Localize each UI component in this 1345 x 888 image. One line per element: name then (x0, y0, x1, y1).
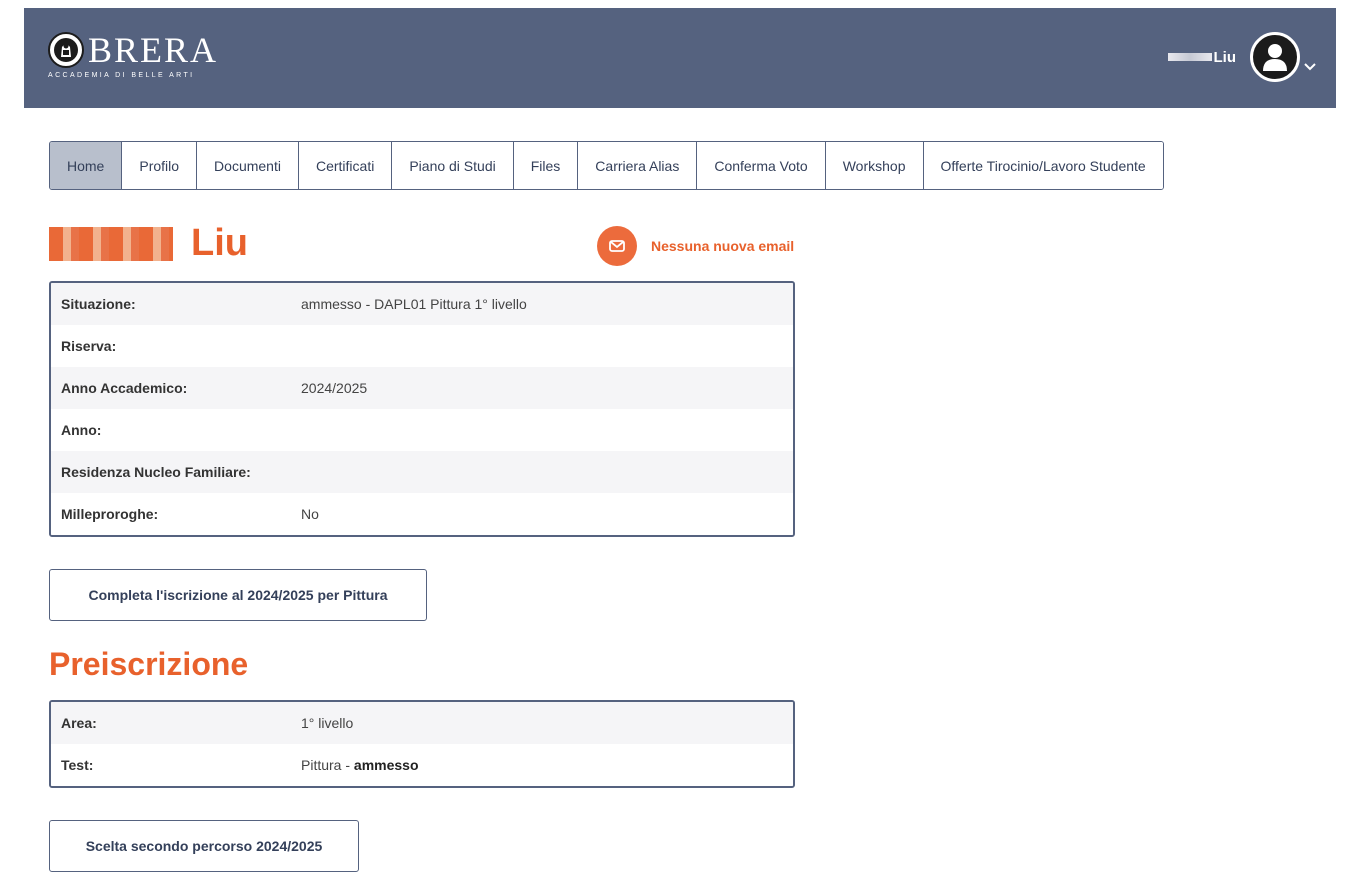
tab-certificati[interactable]: Certificati (298, 142, 393, 189)
anno-label: Anno: (61, 422, 102, 438)
test-value: Pittura - ammesso (301, 757, 419, 773)
table-row: Area: 1° livello (51, 702, 793, 744)
tab-conferma-voto[interactable]: Conferma Voto (697, 142, 826, 189)
second-path-button[interactable]: Scelta secondo percorso 2024/2025 (49, 820, 359, 872)
riserva-label: Riserva: (61, 338, 117, 354)
tab-profilo[interactable]: Profilo (122, 142, 198, 189)
student-status-table: Situazione: ammesso - DAPL01 Pittura 1° … (49, 281, 795, 537)
anno-accademico-value: 2024/2025 (301, 380, 368, 396)
user-name: Liu (1213, 48, 1237, 66)
student-surname: Liu (191, 222, 248, 264)
student-name-heading: Liu (49, 222, 248, 265)
table-row: Test: Pittura - ammesso (51, 744, 793, 786)
brera-seal-icon (48, 32, 84, 68)
tab-home[interactable]: Home (50, 142, 123, 189)
logo-subtitle: ACCADEMIA DI BELLE ARTI (48, 72, 195, 79)
area-label: Area: (61, 715, 97, 731)
tab-carriera-alias[interactable]: Carriera Alias (578, 142, 698, 189)
table-row: Residenza Nucleo Familiare: (51, 451, 793, 493)
complete-enrollment-button[interactable]: Completa l'iscrizione al 2024/2025 per P… (49, 569, 427, 621)
table-row: Situazione: ammesso - DAPL01 Pittura 1° … (51, 283, 793, 325)
main-nav-tabs: Home Profilo Documenti Certificati Piano… (49, 141, 1164, 190)
tab-documenti[interactable]: Documenti (197, 142, 299, 189)
table-row: Anno: (51, 409, 793, 451)
situazione-value: ammesso - DAPL01 Pittura 1° livello (301, 296, 527, 312)
residenza-label: Residenza Nucleo Familiare: (61, 464, 251, 480)
chevron-down-icon[interactable] (1304, 58, 1316, 76)
tab-workshop[interactable]: Workshop (825, 142, 924, 189)
brera-logo[interactable]: BRERA ACCADEMIA DI BELLE ARTI (48, 32, 218, 79)
test-label: Test: (61, 757, 94, 773)
top-header: BRERA ACCADEMIA DI BELLE ARTI Liu (24, 8, 1336, 108)
milleproroghe-value: No (301, 506, 319, 522)
student-first-name-redacted (49, 226, 173, 261)
email-status[interactable]: Nessuna nuova email (597, 226, 794, 266)
user-name-redacted (1167, 53, 1212, 61)
table-row: Milleproroghe: No (51, 493, 793, 535)
test-result: ammesso (353, 757, 419, 773)
tab-offerte-tirocinio[interactable]: Offerte Tirocinio/Lavoro Studente (923, 142, 1163, 189)
test-subject: Pittura - (301, 757, 354, 773)
envelope-icon[interactable] (597, 226, 637, 266)
table-row: Anno Accademico: 2024/2025 (51, 367, 793, 409)
anno-accademico-label: Anno Accademico: (61, 380, 188, 396)
tab-piano-di-studi[interactable]: Piano di Studi (392, 142, 514, 189)
user-avatar-icon[interactable] (1250, 32, 1300, 82)
area-value: 1° livello (301, 715, 354, 731)
table-row: Riserva: (51, 325, 793, 367)
email-status-text[interactable]: Nessuna nuova email (651, 238, 794, 254)
milleproroghe-label: Milleproroghe: (61, 506, 159, 522)
preiscrizione-table: Area: 1° livello Test: Pittura - ammesso (49, 700, 795, 788)
situazione-label: Situazione: (61, 296, 136, 312)
logo-title: BRERA (88, 30, 219, 70)
preiscrizione-title: Preiscrizione (49, 646, 249, 682)
tab-files[interactable]: Files (513, 142, 579, 189)
user-menu[interactable]: Liu (1167, 32, 1317, 82)
